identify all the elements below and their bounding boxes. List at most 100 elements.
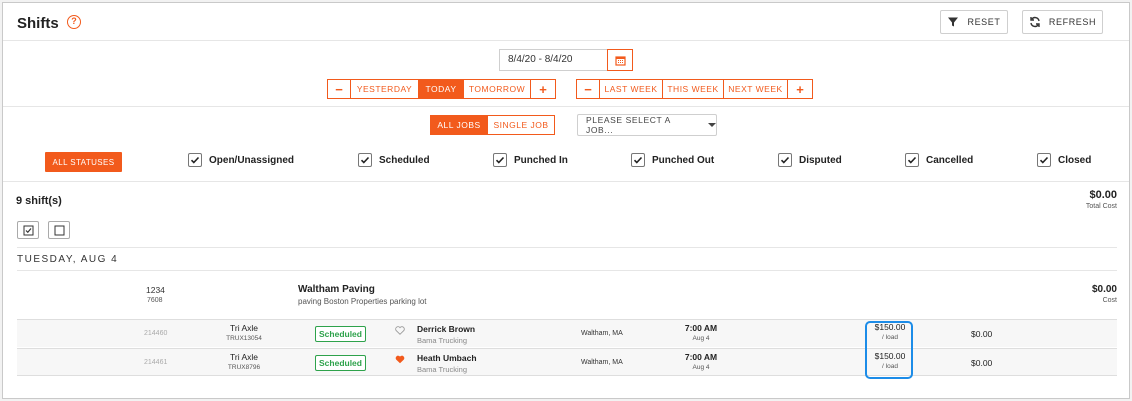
divider — [17, 247, 1117, 248]
deselect-all-button[interactable] — [48, 221, 70, 239]
job-cost: $0.00 Cost — [1092, 284, 1117, 304]
status-filter-scheduled[interactable]: Scheduled — [358, 153, 430, 167]
refresh-icon — [1030, 16, 1040, 28]
job-description: paving Boston Properties parking lot — [298, 297, 427, 306]
status-label: Disputed — [799, 154, 842, 166]
status-label: Scheduled — [379, 154, 430, 166]
single-job-button[interactable]: SINGLE JOB — [487, 115, 555, 135]
company-name: Bama Trucking — [417, 336, 468, 345]
job-scope-toggle: ALL JOBS SINGLE JOB — [430, 115, 555, 135]
job-select-placeholder: PLEASE SELECT A JOB... — [586, 115, 671, 135]
driver-info: Heath Umbach Bama Trucking — [417, 353, 477, 374]
previous-week-button[interactable]: − — [576, 79, 600, 99]
driver-name[interactable]: Derrick Brown — [417, 324, 475, 334]
status-filter-punched-out[interactable]: Punched Out — [631, 153, 714, 167]
row-cost: $0.00 — [971, 329, 993, 339]
status-filter-cancelled[interactable]: Cancelled — [905, 153, 973, 167]
chevron-down-icon — [708, 123, 716, 127]
start-time: 7:00 AM — [684, 323, 718, 333]
checkbox-checked-icon — [23, 225, 33, 235]
truck-id: TRUX8796 — [227, 364, 261, 371]
heart-outline-icon[interactable] — [395, 326, 405, 338]
truck-type: Tri Axle — [229, 323, 259, 333]
job-cost-value: $0.00 — [1091, 284, 1117, 295]
checkbox-checked-icon[interactable] — [778, 153, 792, 167]
checkbox-checked-icon[interactable] — [905, 153, 919, 167]
calendar-button[interactable] — [607, 49, 633, 71]
refresh-button[interactable]: REFRESH — [1022, 10, 1103, 34]
yesterday-button[interactable]: YESTERDAY — [350, 79, 419, 99]
status-label: Closed — [1058, 154, 1092, 166]
checkbox-checked-icon[interactable] — [188, 153, 202, 167]
total-cost-label: Total Cost — [1085, 203, 1117, 210]
divider — [3, 181, 1129, 182]
last-week-button[interactable]: LAST WEEK — [599, 79, 663, 99]
status-label: Punched Out — [652, 154, 715, 166]
shifts-panel: Shifts ? RESET REFRESH 8/4/20 - 8/4/20 −… — [2, 2, 1130, 399]
row-cost: $0.00 — [971, 358, 993, 368]
calendar-icon — [614, 55, 626, 66]
status-label: Punched In — [514, 154, 568, 166]
divider — [3, 40, 1129, 41]
week-navigation: − LAST WEEK THIS WEEK NEXT WEEK + — [576, 79, 813, 99]
driver-name[interactable]: Heath Umbach — [417, 353, 477, 363]
checkbox-checked-icon[interactable] — [1037, 153, 1051, 167]
today-button[interactable]: TODAY — [418, 79, 464, 99]
shift-id: 214460 — [144, 330, 168, 337]
reset-button[interactable]: RESET — [940, 10, 1008, 34]
job-id: 1234 — [146, 285, 165, 295]
truck-id: TRUX13054 — [226, 335, 262, 342]
status-badge: Scheduled — [315, 355, 366, 371]
table-row[interactable]: 214460 Tri Axle TRUX13054 Scheduled Derr… — [17, 319, 1117, 347]
status-label: Open/Unassigned — [209, 154, 295, 166]
rate-highlight-box — [865, 321, 913, 379]
shift-id: 214461 — [144, 359, 168, 366]
table-row[interactable]: 214461 Tri Axle TRUX8796 Scheduled Heath… — [17, 348, 1117, 376]
divider — [3, 106, 1129, 107]
checkbox-checked-icon[interactable] — [493, 153, 507, 167]
truck-type: Tri Axle — [229, 352, 259, 362]
total-cost: $0.00 Total Cost — [1086, 189, 1117, 210]
shift-date: Aug 4 — [692, 364, 710, 371]
heart-filled-icon[interactable] — [395, 355, 405, 367]
status-filter-closed[interactable]: Closed — [1037, 153, 1091, 167]
divider — [17, 270, 1117, 271]
next-week-button[interactable]: NEXT WEEK — [723, 79, 788, 99]
status-filter-disputed[interactable]: Disputed — [778, 153, 842, 167]
status-label: Cancelled — [926, 154, 974, 166]
checkbox-empty-icon — [54, 225, 64, 235]
reset-button-label: RESET — [967, 17, 1001, 27]
tomorrow-button[interactable]: TOMORROW — [463, 79, 531, 99]
status-filter-punched-in[interactable]: Punched In — [493, 153, 568, 167]
total-cost-value: $0.00 — [1089, 189, 1117, 201]
all-jobs-button[interactable]: ALL JOBS — [430, 115, 488, 135]
location: Waltham, MA — [581, 359, 623, 366]
next-week-plus-button[interactable]: + — [787, 79, 813, 99]
job-cost-label: Cost — [1102, 297, 1117, 304]
day-navigation: − YESTERDAY TODAY TOMORROW + — [327, 79, 556, 99]
shift-time: 7:00 AM Aug 4 — [679, 352, 723, 371]
checkbox-checked-icon[interactable] — [358, 153, 372, 167]
driver-info: Derrick Brown Bama Trucking — [417, 324, 475, 345]
shift-date: Aug 4 — [692, 335, 710, 342]
status-filter-open-unassigned[interactable]: Open/Unassigned — [188, 153, 294, 167]
select-all-button[interactable] — [17, 221, 39, 239]
day-header: TUESDAY, AUG 4 — [17, 254, 119, 265]
truck-info: Tri Axle TRUX8796 — [222, 352, 266, 371]
checkbox-checked-icon[interactable] — [631, 153, 645, 167]
date-range-input[interactable]: 8/4/20 - 8/4/20 — [499, 49, 607, 71]
this-week-button[interactable]: THIS WEEK — [662, 79, 724, 99]
question-circle-icon[interactable]: ? — [67, 15, 81, 29]
all-statuses-button[interactable]: ALL STATUSES — [45, 152, 122, 172]
next-day-button[interactable]: + — [530, 79, 556, 99]
truck-info: Tri Axle TRUX13054 — [222, 323, 266, 342]
job-name[interactable]: Waltham Paving — [298, 284, 375, 295]
shift-time: 7:00 AM Aug 4 — [679, 323, 723, 342]
status-badge: Scheduled — [315, 326, 366, 342]
previous-day-button[interactable]: − — [327, 79, 351, 99]
refresh-button-label: REFRESH — [1048, 17, 1097, 27]
job-select-dropdown[interactable]: PLEASE SELECT A JOB... — [577, 114, 717, 136]
job-sub-id: 7608 — [147, 297, 163, 304]
location: Waltham, MA — [581, 330, 623, 337]
filter-icon — [948, 17, 959, 27]
